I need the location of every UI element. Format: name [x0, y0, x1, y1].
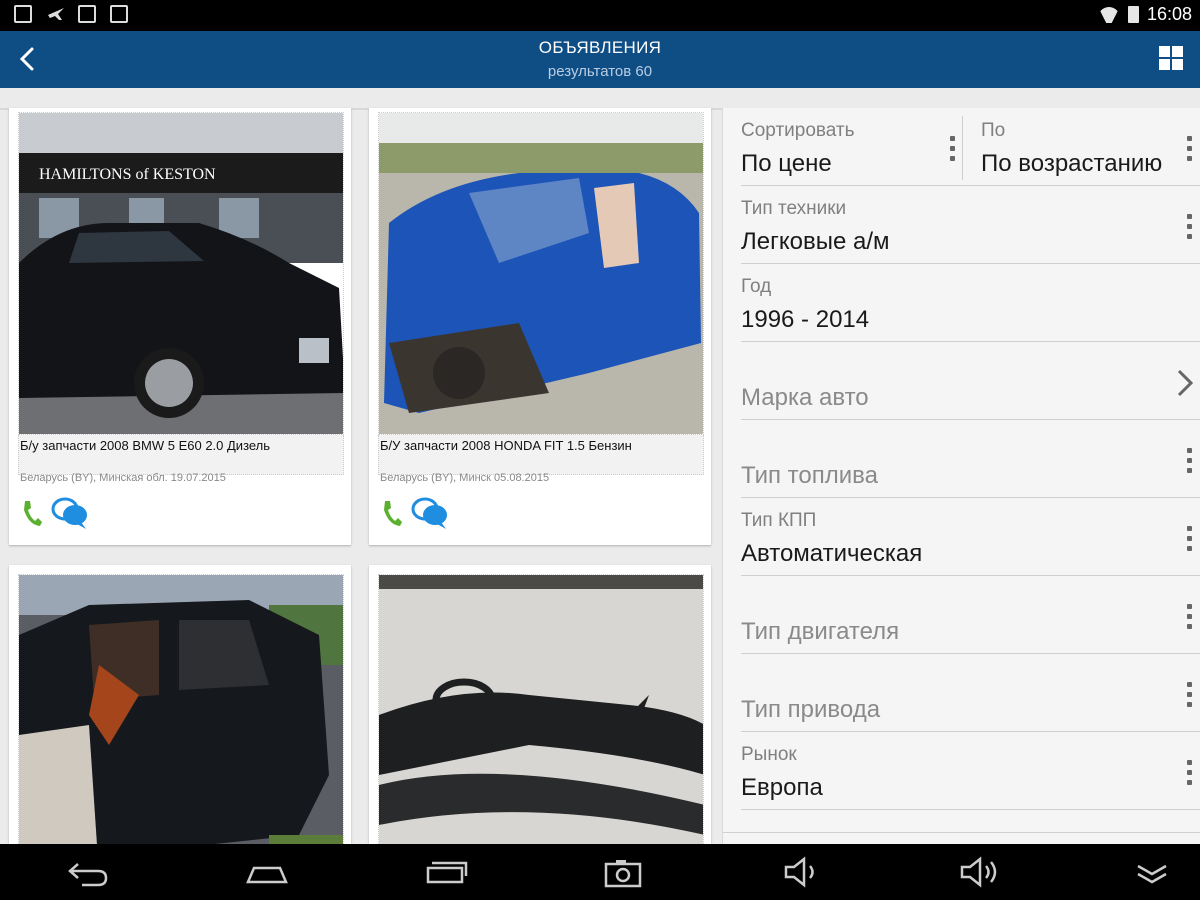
system-nav-bar [0, 844, 1200, 900]
call-button[interactable] [21, 498, 43, 528]
sort-value: По цене [741, 150, 832, 177]
listing-card[interactable]: Б/У запчасти 2008 HONDA FIT 1.5 Бензин Б… [369, 108, 711, 545]
call-button[interactable] [381, 498, 403, 528]
volume-up-icon [960, 856, 997, 888]
phone-icon [384, 501, 402, 526]
listing-meta: Беларусь (BY), Минская обл. 19.07.2015 [20, 472, 226, 484]
fuel-menu-icon[interactable] [1182, 448, 1196, 476]
page-title: ОБЪЯВЛЕНИЯ [538, 38, 662, 57]
fuel-field[interactable]: Тип топлива [741, 420, 1200, 498]
listing-photo[interactable] [18, 574, 344, 844]
briefcase-notification-icon [78, 5, 96, 23]
airplane-notification-icon [46, 5, 64, 23]
gearbox-label: Тип КПП [741, 510, 817, 531]
volume-down-icon [784, 856, 814, 888]
sort-label: Сортировать [741, 120, 855, 141]
grid-view-button[interactable] [1156, 43, 1186, 73]
order-field[interactable]: По По возрастанию [981, 108, 1200, 186]
engine-field[interactable]: Тип двигателя [741, 576, 1200, 654]
listing-photo[interactable] [378, 112, 704, 435]
grid-icon [1159, 46, 1183, 70]
listing-card[interactable] [9, 565, 351, 844]
listing-card[interactable] [369, 565, 711, 844]
vehicle-type-value: Легковые а/м [741, 228, 890, 255]
back-arrow-icon [68, 863, 108, 887]
filter-panel: Сортировать По цене По По возрастанию Ти… [722, 108, 1200, 844]
results-count: результатов 60 [547, 63, 653, 80]
drive-field[interactable]: Тип привода [741, 654, 1200, 732]
nav-volume-down-button[interactable] [778, 854, 828, 890]
listing-card[interactable]: HAMILTONS of KESTON Б/у запчасти 2008 BM… [9, 108, 351, 545]
listing-photo[interactable]: HAMILTONS of KESTON [18, 112, 344, 435]
vehicle-type-label: Тип техники [741, 198, 847, 219]
listing-title: Б/У запчасти 2008 HONDA FIT 1.5 Бензин [380, 438, 632, 453]
chat-icon [51, 497, 87, 529]
message-button[interactable] [51, 496, 89, 530]
chat-icon [411, 497, 447, 529]
content-area: HAMILTONS of KESTON Б/у запчасти 2008 BM… [0, 88, 1200, 844]
status-bar: 16:08 [0, 0, 1200, 31]
market-menu-icon[interactable] [1182, 760, 1196, 788]
order-menu-icon[interactable] [1182, 136, 1196, 164]
listing-photo[interactable] [378, 574, 704, 844]
drive-placeholder: Тип привода [741, 696, 881, 723]
chevron-right-icon [1177, 369, 1194, 397]
engine-menu-icon[interactable] [1182, 604, 1196, 632]
brand-field[interactable]: Марка авто [741, 342, 1200, 420]
battery-icon [1127, 6, 1139, 23]
nav-back-button[interactable] [64, 854, 114, 890]
chevron-down-icon [1137, 864, 1167, 884]
year-field[interactable]: Год 1996 - 2014 [741, 264, 1200, 342]
year-value: 1996 - 2014 [741, 306, 870, 333]
nav-volume-up-button[interactable] [954, 854, 1004, 890]
year-label: Год [741, 276, 772, 297]
nav-screenshot-button[interactable] [598, 854, 648, 890]
listing-title: Б/у запчасти 2008 BMW 5 E60 2.0 Дизель [20, 438, 271, 453]
recents-icon [426, 861, 468, 884]
image-notification-icon [14, 5, 32, 23]
nav-home-button[interactable] [242, 854, 292, 890]
vehicle-type-field[interactable]: Тип техники Легковые а/м [741, 186, 1200, 264]
order-label: По [981, 120, 1006, 141]
drive-menu-icon[interactable] [1182, 682, 1196, 710]
nav-collapse-button[interactable] [1128, 854, 1178, 890]
sort-menu-icon[interactable] [945, 136, 959, 164]
message-button[interactable] [411, 496, 449, 530]
action-bar: ОБЪЯВЛЕНИЯ результатов 60 [0, 31, 1200, 88]
shop-sign: HAMILTONS of KESTON [39, 166, 216, 183]
gearbox-value: Автоматическая [741, 540, 923, 567]
market-value: Европа [741, 774, 823, 801]
brand-placeholder: Марка авто [741, 384, 869, 411]
gearbox-menu-icon[interactable] [1182, 526, 1196, 554]
phone-icon [24, 501, 42, 526]
fuel-placeholder: Тип топлива [741, 462, 878, 489]
wifi-icon [1098, 7, 1120, 23]
gearbox-field[interactable]: Тип КПП Автоматическая [741, 498, 1200, 576]
market-field[interactable]: Рынок Европа [741, 732, 1200, 810]
order-value: По возрастанию [981, 150, 1163, 177]
home-icon [246, 866, 288, 884]
camera-icon [604, 860, 642, 888]
clock: 16:08 [1146, 4, 1192, 24]
vehicle-type-menu-icon[interactable] [1182, 214, 1196, 242]
sort-row: Сортировать По цене По По возрастанию [741, 108, 1200, 186]
engine-placeholder: Тип двигателя [741, 618, 900, 645]
briefcase-notification-icon-2 [110, 5, 128, 23]
listing-meta: Беларусь (BY), Минск 05.08.2015 [380, 472, 550, 484]
market-label: Рынок [741, 744, 797, 765]
nav-recents-button[interactable] [422, 854, 472, 890]
sort-field[interactable]: Сортировать По цене [741, 108, 961, 186]
